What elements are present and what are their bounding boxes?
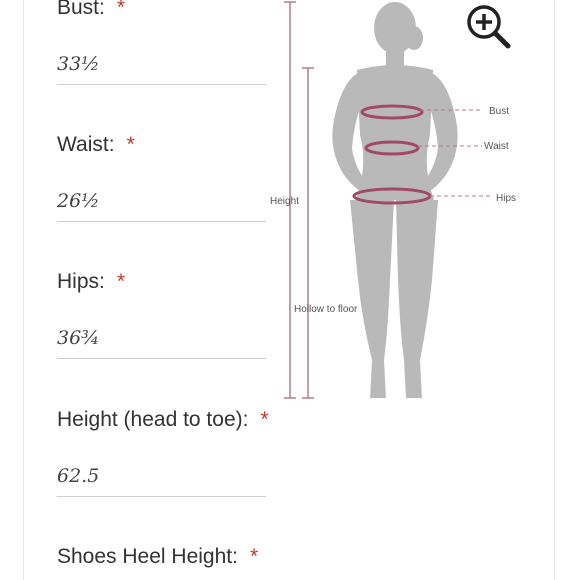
- heel-height-field: Shoes Heel Height: *: [57, 545, 266, 569]
- required-mark: *: [126, 133, 135, 156]
- height-field: Height (head to toe): *: [57, 408, 269, 497]
- page-border-right: [554, 0, 555, 580]
- required-mark: *: [249, 545, 259, 568]
- bust-field: Bust: *: [57, 0, 266, 85]
- measurement-form: Bust:* Waist:* Hips:* Height (head to to…: [0, 0, 290, 580]
- heel-height-label: Shoes Heel Height: *: [57, 545, 259, 568]
- hips-diagram-label: Hips: [496, 193, 516, 204]
- hollow-to-floor-diagram-label: Hollow to floor: [294, 304, 358, 315]
- waist-label: Waist: *: [57, 133, 135, 156]
- hips-field: Hips: *: [57, 270, 266, 359]
- required-mark: *: [116, 270, 126, 293]
- bust-diagram-label: Bust: [489, 106, 509, 117]
- zoom-in-button[interactable]: [463, 2, 511, 50]
- body-silhouette: [332, 2, 458, 398]
- height-input[interactable]: [57, 456, 266, 497]
- height-diagram-label: Height: [270, 196, 299, 207]
- zoom-in-icon: [467, 5, 511, 49]
- hollow-to-floor-line: [302, 67, 314, 399]
- hips-label: Hips: *: [57, 270, 126, 293]
- bust-label: Bust: *: [57, 0, 266, 20]
- height-label: Height (head to toe): *: [57, 408, 269, 431]
- required-mark: *: [116, 0, 126, 19]
- size-chart-diagram: Bust Waist Hips Height Hollow to floor: [270, 1, 516, 399]
- bust-input[interactable]: [57, 44, 266, 85]
- hips-input[interactable]: [57, 318, 266, 359]
- waist-field: Waist: *: [57, 133, 266, 222]
- waist-input[interactable]: [57, 181, 266, 222]
- waist-diagram-label: Waist: [484, 141, 509, 152]
